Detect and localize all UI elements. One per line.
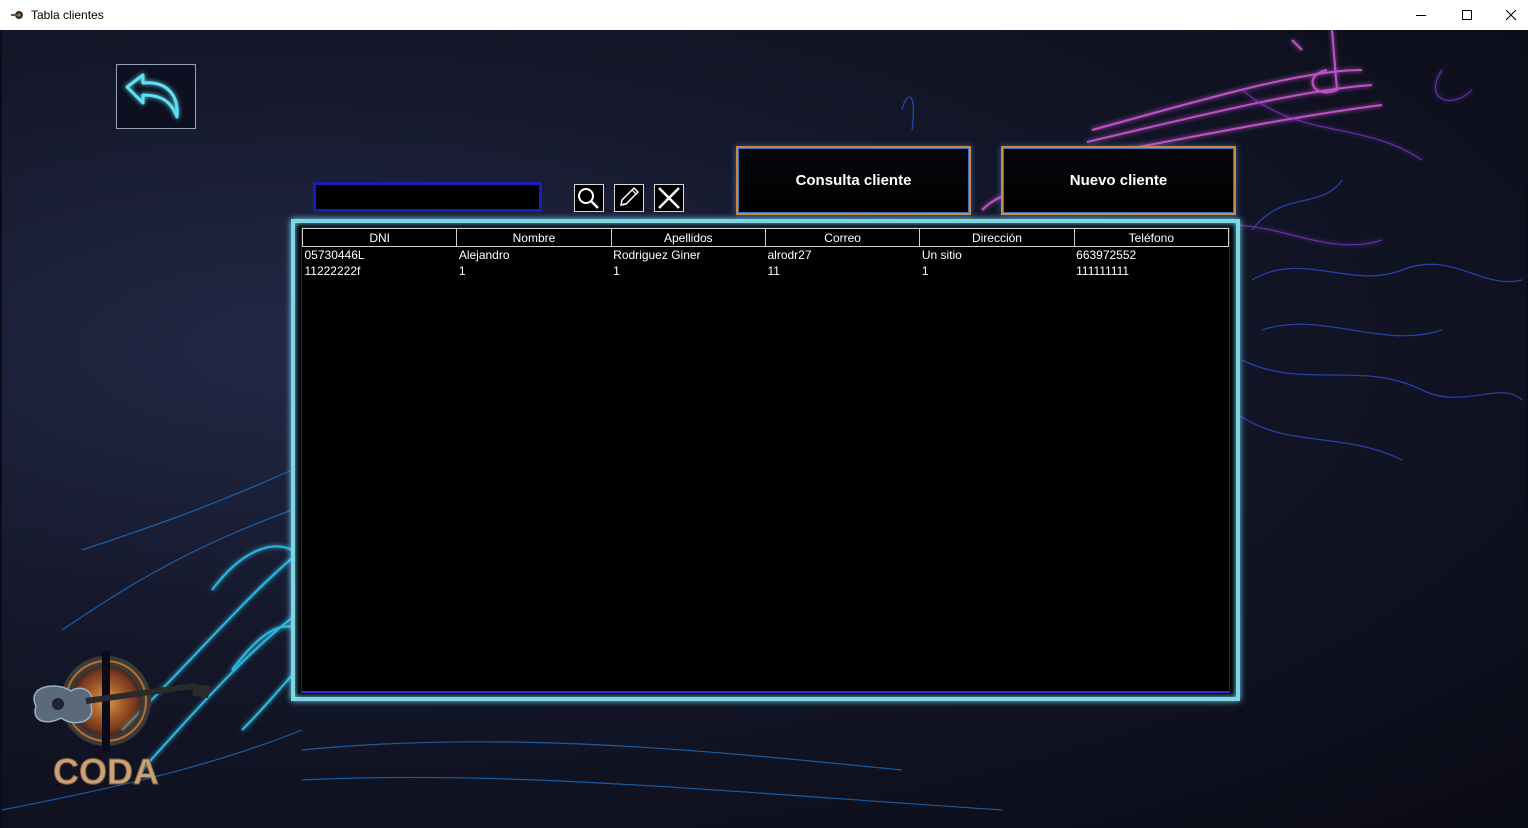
maximize-button[interactable] [1444, 0, 1490, 30]
cell-dni[interactable]: 11222222f [303, 263, 457, 279]
cell-telefono[interactable]: 663972552 [1074, 247, 1228, 264]
close-icon [658, 187, 680, 209]
cell-apellidos[interactable]: Rodriguez Giner [611, 247, 765, 264]
table-row[interactable]: 05730446L Alejandro Rodriguez Giner alro… [303, 247, 1229, 264]
maximize-icon [1461, 9, 1472, 20]
close-window-icon [1505, 9, 1516, 20]
window-title: Tabla clientes [31, 8, 104, 22]
window-titlebar: Tabla clientes [0, 0, 1528, 30]
search-button[interactable] [574, 184, 604, 212]
logo-text: CODA [53, 751, 159, 792]
cell-direccion[interactable]: 1 [920, 263, 1074, 279]
cell-apellidos[interactable]: 1 [611, 263, 765, 279]
cell-nombre[interactable]: Alejandro [457, 247, 611, 264]
consulta-cliente-button[interactable]: Consulta cliente [736, 146, 971, 215]
cell-correo[interactable]: 11 [765, 263, 919, 279]
clients-table-frame: DNI Nombre Apellidos Correo Dirección Te… [291, 219, 1240, 701]
edit-button[interactable] [614, 184, 644, 212]
minimize-icon [1415, 14, 1426, 16]
cell-nombre[interactable]: 1 [457, 263, 611, 279]
cell-telefono[interactable]: 111111111 [1074, 263, 1228, 279]
back-button[interactable] [116, 64, 196, 129]
column-header-correo[interactable]: Correo [764, 228, 921, 247]
column-header-dni[interactable]: DNI [301, 228, 458, 247]
column-header-nombre[interactable]: Nombre [456, 228, 612, 247]
cell-correo[interactable]: alrodr27 [765, 247, 919, 264]
table-row[interactable]: 11222222f 1 1 11 1 111111111 [303, 263, 1229, 279]
cell-direccion[interactable]: Un sitio [920, 247, 1074, 264]
column-header-apellidos[interactable]: Apellidos [610, 228, 766, 247]
minimize-button[interactable] [1398, 0, 1444, 30]
app-icon [11, 11, 23, 19]
close-window-button[interactable] [1488, 0, 1528, 30]
search-input[interactable] [313, 182, 542, 212]
delete-button[interactable] [654, 184, 684, 212]
nuevo-cliente-button[interactable]: Nuevo cliente [1001, 146, 1236, 215]
table-header-row: DNI Nombre Apellidos Correo Dirección Te… [301, 228, 1230, 247]
back-arrow-icon [125, 73, 179, 119]
search-icon [578, 188, 599, 209]
coda-logo: CODA [33, 651, 211, 793]
clients-table: DNI Nombre Apellidos Correo Dirección Te… [301, 228, 1230, 279]
client-area: Consulta cliente Nuevo cliente DNI Nombr… [2, 30, 1527, 828]
column-header-telefono[interactable]: Teléfono [1073, 228, 1230, 247]
clients-table-container: DNI Nombre Apellidos Correo Dirección Te… [301, 227, 1230, 693]
pencil-icon [620, 186, 640, 206]
column-header-direccion[interactable]: Dirección [919, 228, 1075, 247]
cell-dni[interactable]: 05730446L [303, 247, 457, 264]
